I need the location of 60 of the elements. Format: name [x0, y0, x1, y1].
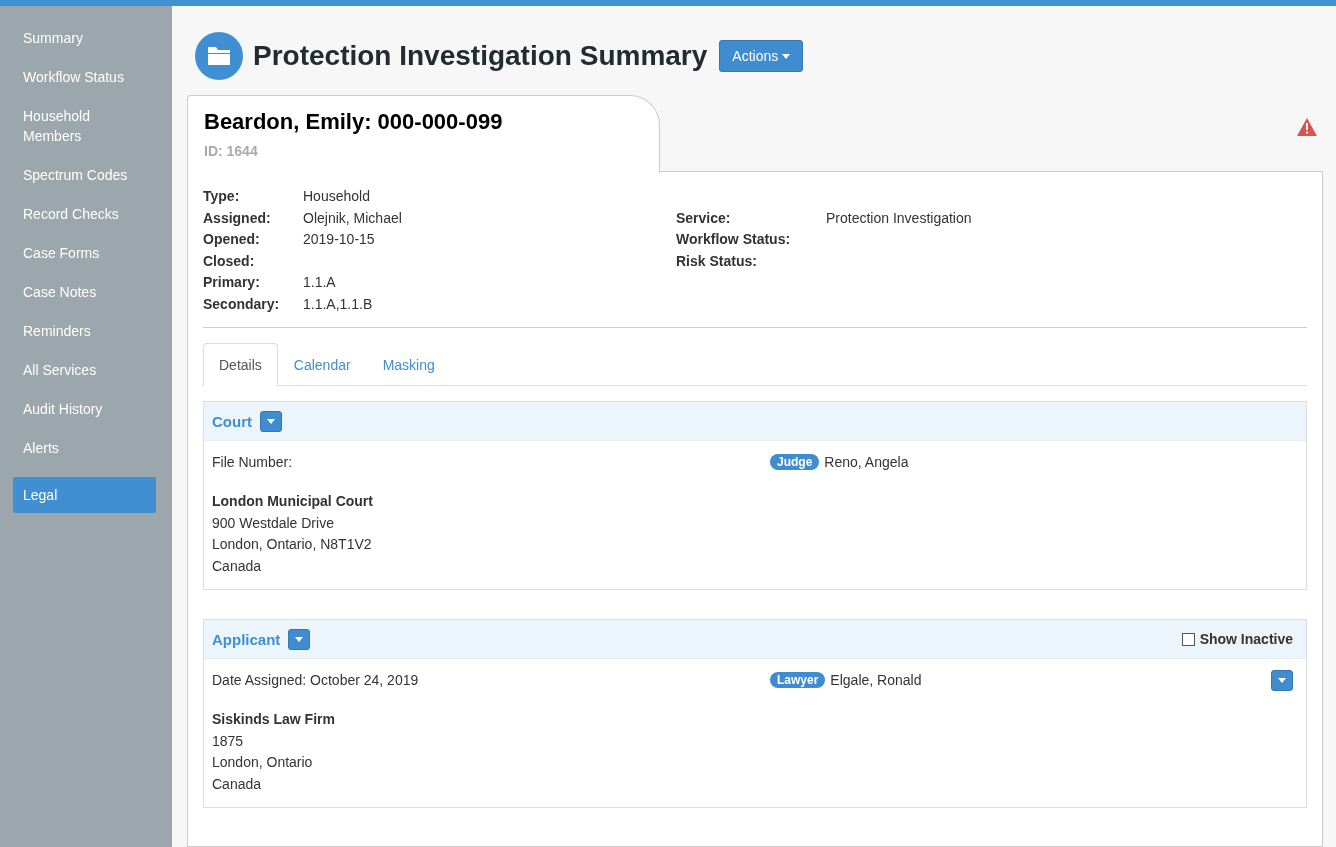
- section-title: Court: [212, 412, 252, 430]
- sidebar-item[interactable]: Case Notes: [13, 274, 156, 310]
- field-value: Household: [303, 188, 371, 206]
- tab[interactable]: Calendar: [277, 343, 367, 386]
- warning-icon[interactable]: [1297, 118, 1317, 136]
- field-label: Service:: [676, 209, 732, 228]
- field-label: Secondary:: [203, 295, 281, 314]
- dropdown-button[interactable]: [288, 628, 311, 650]
- field-label: Primary:: [203, 274, 261, 292]
- address-line: Canada: [212, 556, 263, 576]
- sidebar-item[interactable]: Spectrum Codes: [13, 157, 156, 193]
- tab[interactable]: Details: [203, 343, 278, 386]
- caret-icon: [267, 418, 275, 424]
- address-line: 1875: [212, 731, 245, 751]
- role-badge: Judge: [770, 454, 820, 470]
- field-value: 2019-10-15: [303, 231, 376, 249]
- field-label: Closed:: [203, 252, 256, 271]
- detail-text: Date Assigned: October 24, 2019: [212, 672, 420, 688]
- caret-icon: [782, 53, 791, 59]
- person-name: Elgale, Ronald: [830, 672, 922, 688]
- record-name: Beardon, Emily: 000-000-099: [204, 109, 504, 135]
- caret-icon: [295, 636, 304, 642]
- field-label: Type:: [203, 188, 241, 206]
- organization-name: Siskinds Law Firm: [212, 710, 336, 729]
- sidebar-item[interactable]: Workflow Status: [13, 59, 156, 95]
- role-badge: Lawyer: [770, 672, 826, 688]
- field-label: Risk Status:: [676, 252, 758, 271]
- field-value: 1.1.A,1.1.B: [303, 295, 374, 314]
- sidebar-item[interactable]: Reminders: [13, 313, 156, 349]
- field-value: Protection Investigation: [826, 209, 973, 228]
- field-value: 1.1.A: [303, 274, 337, 292]
- address-line: London, Ontario: [212, 753, 314, 772]
- folder-icon: [195, 32, 243, 80]
- section-title: Applicant: [212, 630, 281, 648]
- sidebar-item[interactable]: Record Checks: [13, 196, 156, 232]
- page-title: Protection Investigation Summary: [253, 40, 708, 72]
- sidebar-item[interactable]: Audit History: [13, 391, 156, 427]
- detail-text: File Number:: [212, 454, 294, 470]
- organization-name: London Municipal Court: [212, 492, 374, 511]
- dropdown-button[interactable]: [260, 410, 282, 432]
- sidebar-item[interactable]: All Services: [13, 352, 156, 388]
- record-id: ID: 1644: [204, 143, 259, 159]
- tab[interactable]: Masking: [366, 343, 451, 386]
- caret-icon: [1278, 677, 1286, 683]
- field-value: Olejnik, Michael: [303, 209, 403, 228]
- field-label: Workflow Status:: [676, 231, 792, 249]
- sidebar-item[interactable]: Legal: [13, 477, 156, 513]
- person-name: Reno, Angela: [824, 454, 909, 470]
- sidebar-item[interactable]: Summary: [13, 20, 156, 56]
- field-label: Opened:: [203, 231, 261, 249]
- address-line: 900 Westdale Drive: [212, 513, 335, 533]
- sidebar-item[interactable]: Alerts: [13, 430, 156, 466]
- checkbox-icon[interactable]: [1181, 632, 1195, 646]
- dropdown-button[interactable]: [1271, 669, 1293, 691]
- address-line: Canada: [212, 774, 263, 794]
- actions-button[interactable]: Actions: [719, 40, 804, 72]
- sidebar-item[interactable]: Case Forms: [13, 235, 156, 271]
- field-label: Assigned:: [203, 209, 272, 228]
- sidebar-item[interactable]: Household Members: [13, 98, 156, 154]
- address-line: London, Ontario, N8T1V2: [212, 535, 373, 554]
